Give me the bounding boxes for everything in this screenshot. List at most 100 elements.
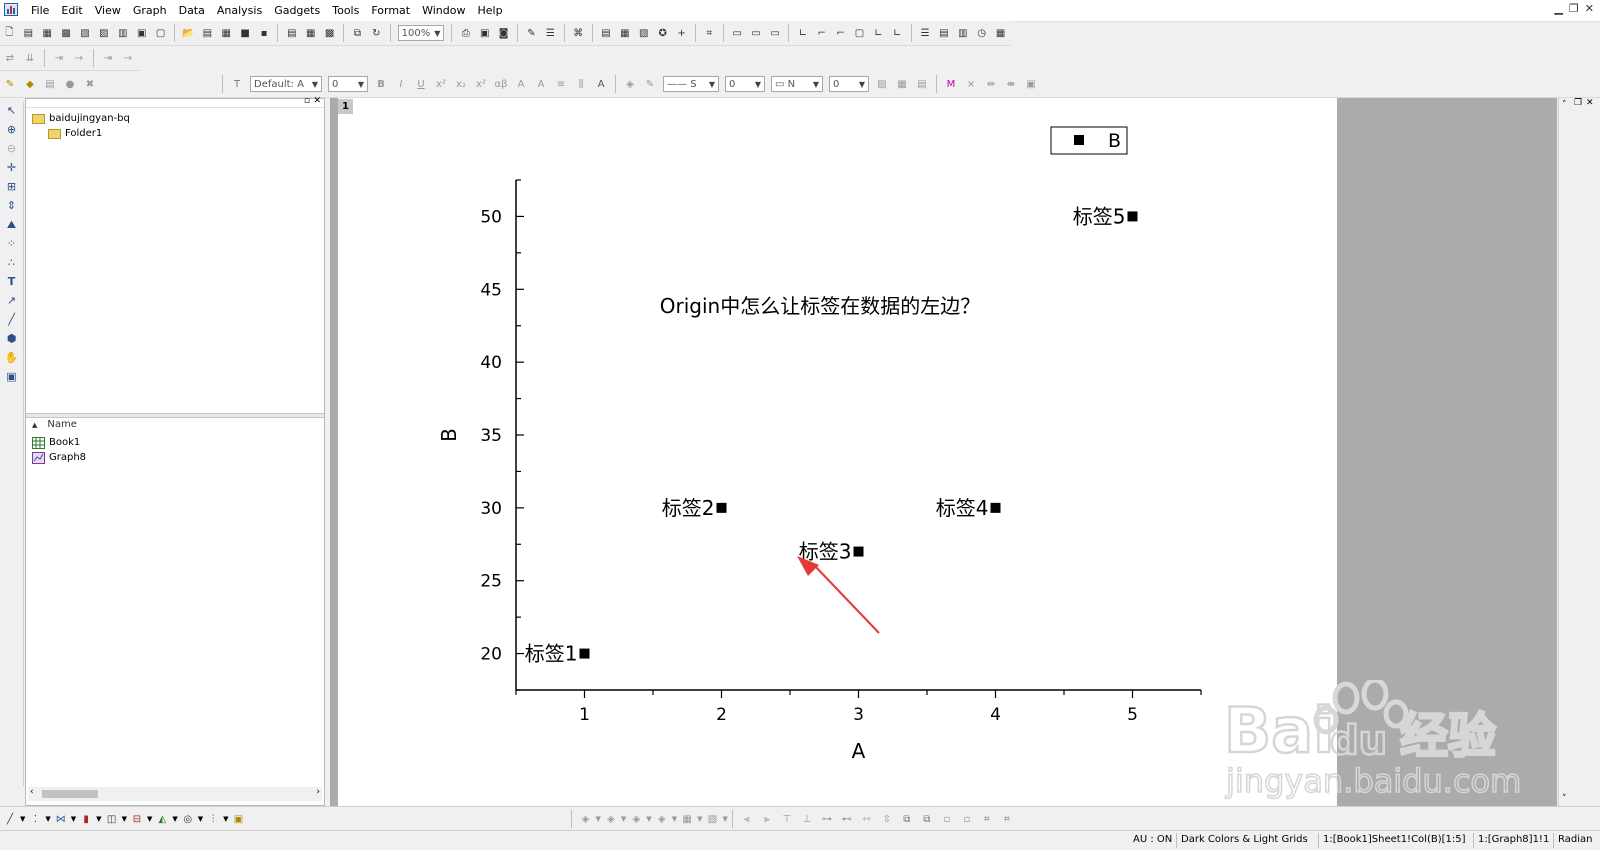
sort-icon[interactable]: ⇊ — [22, 50, 38, 66]
group-objects-icon[interactable]: ▫ — [939, 811, 955, 827]
scroll-down-icon[interactable]: ˅ — [1562, 794, 1567, 804]
bring-front-icon[interactable]: ⧉ — [899, 811, 915, 827]
status-angle-unit[interactable]: Radian — [1558, 834, 1592, 845]
draw-data-icon[interactable]: ∴ — [0, 253, 23, 272]
script-window-icon[interactable]: ▦ — [617, 25, 632, 41]
align-top-icon[interactable]: ⊤ — [779, 811, 795, 827]
axis-inset-icon[interactable]: ∟ — [871, 25, 886, 41]
save-template-icon[interactable]: ▪ — [257, 25, 272, 41]
explorer-splitter[interactable] — [26, 413, 324, 418]
timer-icon[interactable]: ◷ — [974, 25, 989, 41]
hatch-icon[interactable]: ▨ — [874, 76, 890, 92]
template-library-icon[interactable]: ▣ — [231, 811, 247, 827]
menu-file[interactable]: File — [25, 0, 55, 21]
align-icon[interactable]: ≡ — [553, 76, 569, 92]
axis-box-icon[interactable]: ▢ — [852, 25, 867, 41]
layer-2-icon[interactable]: ▭ — [749, 25, 764, 41]
zoom-select[interactable]: 100% ▼ — [397, 25, 445, 41]
align-hcenter-icon[interactable]: ⊷ — [839, 811, 855, 827]
pattern-width-select[interactable]: 0 ▼ — [829, 76, 869, 92]
import-ascii-icon[interactable]: ▤ — [284, 25, 299, 41]
format-paste-icon[interactable]: ● — [62, 76, 78, 92]
axis-inset-2-icon[interactable]: ∟ — [890, 25, 905, 41]
new-function-icon[interactable]: ▥ — [115, 25, 130, 41]
same-width-icon[interactable]: ⇿ — [859, 811, 875, 827]
3d-surface-icon[interactable]: ◈ — [578, 811, 594, 827]
greek-icon[interactable]: αβ — [493, 76, 509, 92]
menu-view[interactable]: View — [89, 0, 127, 21]
legend[interactable]: B — [1050, 126, 1128, 155]
send-back-icon[interactable]: ⧉ — [919, 811, 935, 827]
data-point[interactable] — [579, 648, 590, 659]
layer-4-icon[interactable]: ▭ — [768, 25, 783, 41]
tree-item-folder1[interactable]: Folder1 — [32, 126, 130, 141]
project-explorer-icon[interactable]: ⌘ — [571, 25, 586, 41]
move-last-icon[interactable]: → — [120, 50, 136, 66]
data-point[interactable] — [1127, 211, 1138, 222]
data-point-label[interactable]: 标签1 — [525, 642, 578, 666]
pointer-icon[interactable]: ↖ — [0, 101, 23, 120]
pattern-select[interactable]: ▭ N ▼ — [771, 76, 823, 92]
explorer-horizontal-scrollbar[interactable]: ‹ › — [28, 787, 322, 801]
tree-item-root[interactable]: baidujingyan-bq — [32, 111, 130, 126]
refresh-icon[interactable]: ▣ — [477, 25, 492, 41]
underline-icon[interactable]: U — [413, 76, 429, 92]
column-icon[interactable]: ▥ — [955, 25, 970, 41]
menu-data[interactable]: Data — [173, 0, 211, 21]
bold-icon[interactable]: B — [373, 76, 389, 92]
multi-panel-icon[interactable]: ◫ — [104, 811, 120, 827]
data-point-label[interactable]: 标签5 — [1073, 204, 1126, 228]
close-icon[interactable]: ✕ — [313, 96, 321, 106]
format-clear-icon[interactable]: ✖ — [82, 76, 98, 92]
data-point[interactable] — [990, 502, 1001, 513]
list-item[interactable]: Book1 — [32, 435, 86, 450]
scroll-up-icon[interactable]: ˄ — [1562, 100, 1567, 110]
supersub-icon[interactable]: x² — [473, 76, 489, 92]
text-tool-icon[interactable]: T — [0, 272, 23, 291]
save-project-icon[interactable]: ■ — [238, 25, 253, 41]
move-end-icon[interactable]: → — [71, 50, 87, 66]
stock-plot-icon[interactable]: ⫶ — [205, 811, 221, 827]
format-copy-icon[interactable]: ▤ — [42, 76, 58, 92]
region-selector-icon[interactable]: ⁘ — [0, 234, 23, 253]
open-excel-icon[interactable]: ▦ — [219, 25, 234, 41]
print-icon[interactable]: ⎙ — [458, 25, 473, 41]
superscript-icon[interactable]: x² — [433, 76, 449, 92]
zoom-out-icon[interactable]: ⊖ — [0, 139, 23, 158]
menu-tools[interactable]: Tools — [326, 0, 365, 21]
close-icon[interactable]: ✕ — [1585, 2, 1594, 15]
data-selector-icon[interactable]: ⛰ — [0, 215, 23, 234]
restore-icon[interactable]: ❐ — [1569, 2, 1579, 15]
new-matrix-icon[interactable]: ▨ — [96, 25, 111, 41]
open-template-icon[interactable]: ▤ — [200, 25, 215, 41]
hand-tool-icon[interactable]: ✋ — [0, 348, 23, 367]
list-icon[interactable]: ☰ — [918, 25, 933, 41]
same-height-icon[interactable]: ⇳ — [879, 811, 895, 827]
menu-analysis[interactable]: Analysis — [211, 0, 268, 21]
pin-icon[interactable]: ▫ — [304, 96, 310, 106]
3d-wire-icon[interactable]: ◈ — [628, 811, 644, 827]
line-symbol-plot-icon[interactable]: ⋈ — [53, 811, 69, 827]
scroll-left-icon[interactable]: ‹ — [30, 787, 34, 797]
lock-icon[interactable]: ⌗ — [979, 811, 995, 827]
annotation-arrow[interactable] — [797, 556, 880, 634]
polar-plot-icon[interactable]: ◎ — [180, 811, 196, 827]
layer-management-icon[interactable]: ▤ — [937, 25, 952, 41]
menu-window[interactable]: Window — [416, 0, 471, 21]
scroll-right-icon[interactable]: › — [316, 787, 320, 797]
align-left-icon[interactable]: ⫷ — [739, 811, 755, 827]
line-plot-icon[interactable]: ╱ — [2, 811, 18, 827]
contour-icon[interactable]: ▦ — [679, 811, 695, 827]
annotation-title[interactable]: Origin中怎么让标签在数据的左边？ — [660, 294, 980, 318]
theme-icon[interactable]: ◆ — [22, 76, 38, 92]
grid-icon[interactable]: ▦ — [993, 25, 1008, 41]
data-point-label[interactable]: 标签2 — [662, 496, 715, 520]
scale-icon[interactable]: ⇕ — [0, 196, 23, 215]
region-tool-icon[interactable]: ▣ — [0, 367, 23, 386]
recalculate-icon[interactable]: ↻ — [369, 25, 384, 41]
layer-tab[interactable]: 1 — [338, 99, 353, 114]
import-multiple-icon[interactable]: ▦ — [303, 25, 318, 41]
group-icon[interactable]: ▣ — [1023, 76, 1039, 92]
box-plot-icon[interactable]: ⊟ — [129, 811, 145, 827]
move-right-icon[interactable]: ⇥ — [51, 50, 67, 66]
